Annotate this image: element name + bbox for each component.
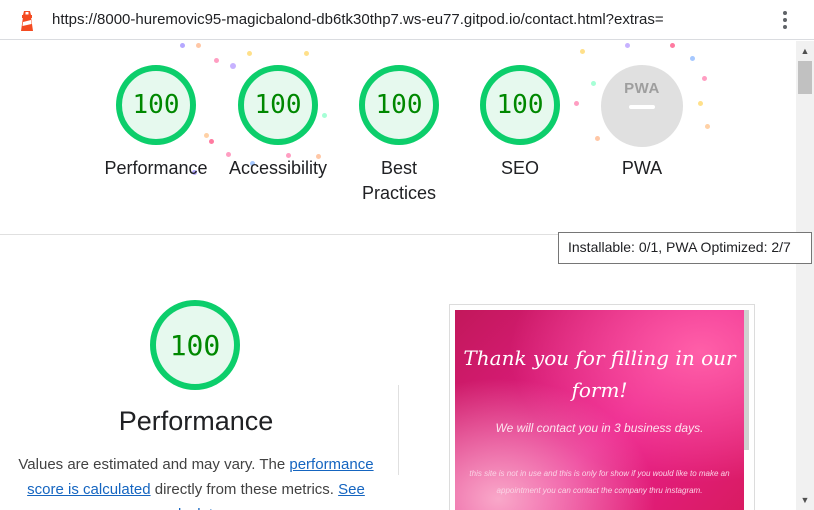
performance-score-ring: 100 [150, 300, 240, 390]
final-screenshot: Thank you for filling in our form! We wi… [455, 310, 744, 510]
gauge-best-practices[interactable]: 100 Best Practices [334, 65, 464, 206]
kebab-menu-icon[interactable] [779, 9, 791, 31]
score-ring: 100 [359, 65, 439, 145]
score-value: 100 [254, 90, 302, 120]
scroll-down-arrow-icon[interactable]: ▼ [796, 492, 814, 508]
gauge-pwa[interactable]: PWA PWA [577, 65, 707, 181]
scroll-up-arrow-icon[interactable]: ▲ [796, 43, 814, 59]
screenshot-title: Thank you for filling in our form! [463, 346, 736, 402]
lighthouse-icon [21, 11, 33, 31]
score-ring: 100 [238, 65, 318, 145]
gauge-label: PWA [621, 158, 663, 178]
pwa-tooltip: Installable: 0/1, PWA Optimized: 2/7 [558, 232, 812, 264]
screenshot-small-text: this site is not in use and this is only… [469, 469, 730, 495]
divider [398, 385, 399, 475]
score-value: 100 [496, 90, 544, 120]
scroll-thumb[interactable] [798, 61, 812, 94]
desc-middle: directly from these metrics. [150, 481, 339, 498]
gauge-seo[interactable]: 100 SEO [455, 65, 585, 181]
screenshot-subtitle: We will contact you in 3 business days. [495, 421, 704, 435]
pwa-badge-icon: PWA [601, 65, 683, 147]
gauge-accessibility[interactable]: 100 Accessibility [213, 65, 343, 181]
score-value: 100 [375, 90, 423, 120]
screenshot-scrollbar [744, 310, 749, 450]
gauge-label: Performance [104, 158, 208, 178]
url-text[interactable]: https://8000-huremovic95-magicbalond-db6… [52, 11, 664, 28]
pwa-badge-text: PWA [624, 80, 660, 97]
gauge-label: Best Practices [361, 158, 437, 203]
address-bar: https://8000-huremovic95-magicbalond-db6… [0, 0, 814, 40]
performance-score-value: 100 [169, 328, 221, 362]
pwa-dash-icon [629, 105, 655, 109]
final-screenshot-frame[interactable]: Thank you for filling in our form! We wi… [449, 304, 755, 510]
performance-description: Values are estimated and may vary. The p… [10, 452, 382, 510]
score-ring: 100 [480, 65, 560, 145]
desc-prefix: Values are estimated and may vary. The [18, 456, 290, 473]
gauge-performance[interactable]: 100 Performance [91, 65, 221, 181]
gauge-label: Accessibility [228, 158, 328, 178]
score-gauges: 100 Performance 100 Accessibility 100 Be… [0, 41, 796, 235]
scrollbar[interactable]: ▲ ▼ [796, 41, 814, 510]
score-ring: 100 [116, 65, 196, 145]
performance-title: Performance [118, 406, 274, 436]
score-value: 100 [132, 90, 180, 120]
gauge-label: SEO [500, 158, 539, 178]
